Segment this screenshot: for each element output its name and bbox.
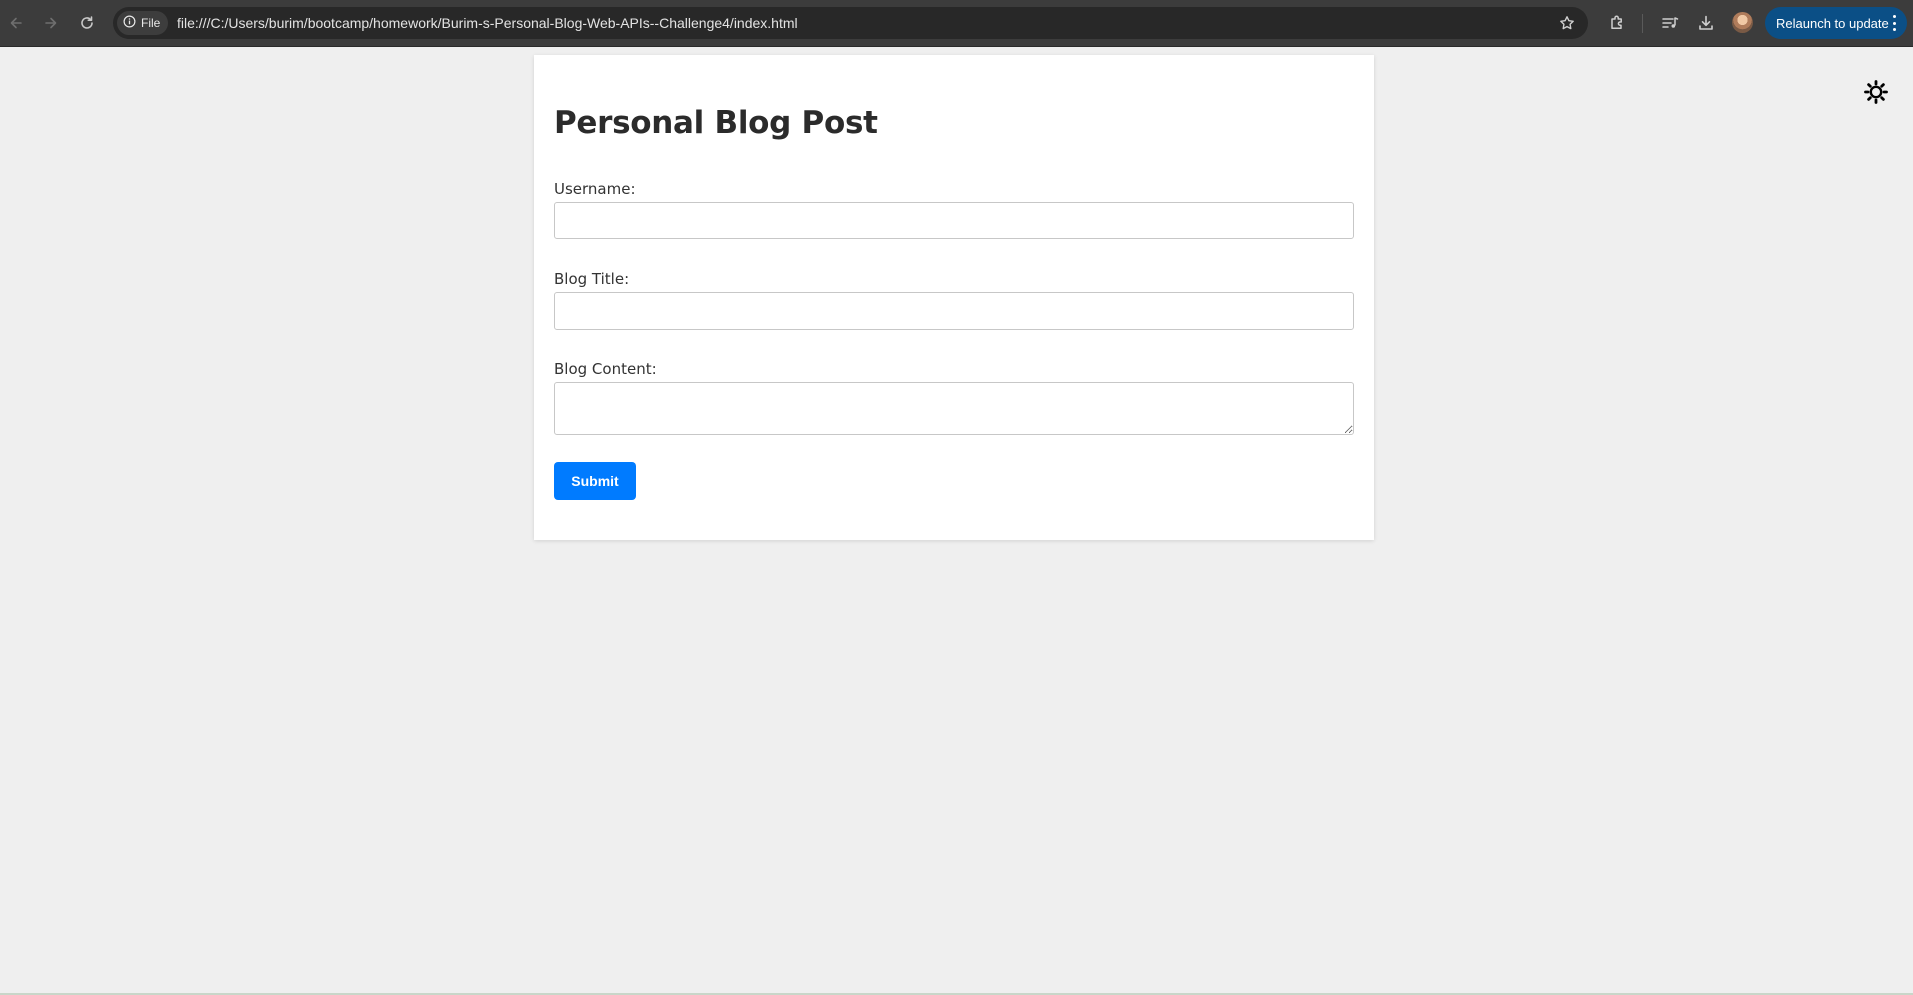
username-label: Username: (554, 180, 636, 198)
extensions-icon[interactable] (1604, 10, 1630, 36)
blog-title-input[interactable] (554, 292, 1354, 330)
forward-arrow-icon[interactable] (38, 10, 64, 36)
media-controls-icon[interactable] (1657, 10, 1683, 36)
site-info-chip[interactable]: File (117, 11, 169, 35)
download-icon[interactable] (1693, 10, 1719, 36)
reload-icon[interactable] (74, 10, 100, 36)
theme-toggle-button[interactable] (1862, 79, 1890, 110)
more-vert-icon[interactable] (1892, 15, 1896, 31)
relaunch-label: Relaunch to update (1776, 15, 1889, 31)
submit-button[interactable]: Submit (554, 462, 636, 500)
blog-title-label: Blog Title: (554, 270, 630, 288)
star-icon[interactable] (1556, 12, 1578, 34)
back-arrow-icon[interactable] (3, 10, 29, 36)
info-icon (123, 15, 136, 31)
page-viewport: Personal Blog Post Username: Blog Title:… (0, 47, 1913, 995)
toolbar-separator (1642, 14, 1643, 33)
url-text[interactable]: file:///C:/Users/burim/bootcamp/homework… (177, 7, 798, 39)
profile-avatar[interactable] (1732, 12, 1753, 33)
blog-content-textarea[interactable] (554, 382, 1354, 435)
address-bar[interactable]: File file:///C:/Users/burim/bootcamp/hom… (113, 7, 1588, 39)
relaunch-update-button[interactable]: Relaunch to update (1765, 7, 1907, 39)
blog-content-label: Blog Content: (554, 360, 657, 378)
browser-toolbar: File file:///C:/Users/burim/bootcamp/hom… (0, 0, 1913, 47)
page-title: Personal Blog Post (554, 105, 878, 141)
site-chip-label: File (141, 16, 161, 30)
blog-post-form: Personal Blog Post Username: Blog Title:… (534, 55, 1374, 540)
sun-icon (1863, 79, 1889, 110)
username-input[interactable] (554, 202, 1354, 239)
